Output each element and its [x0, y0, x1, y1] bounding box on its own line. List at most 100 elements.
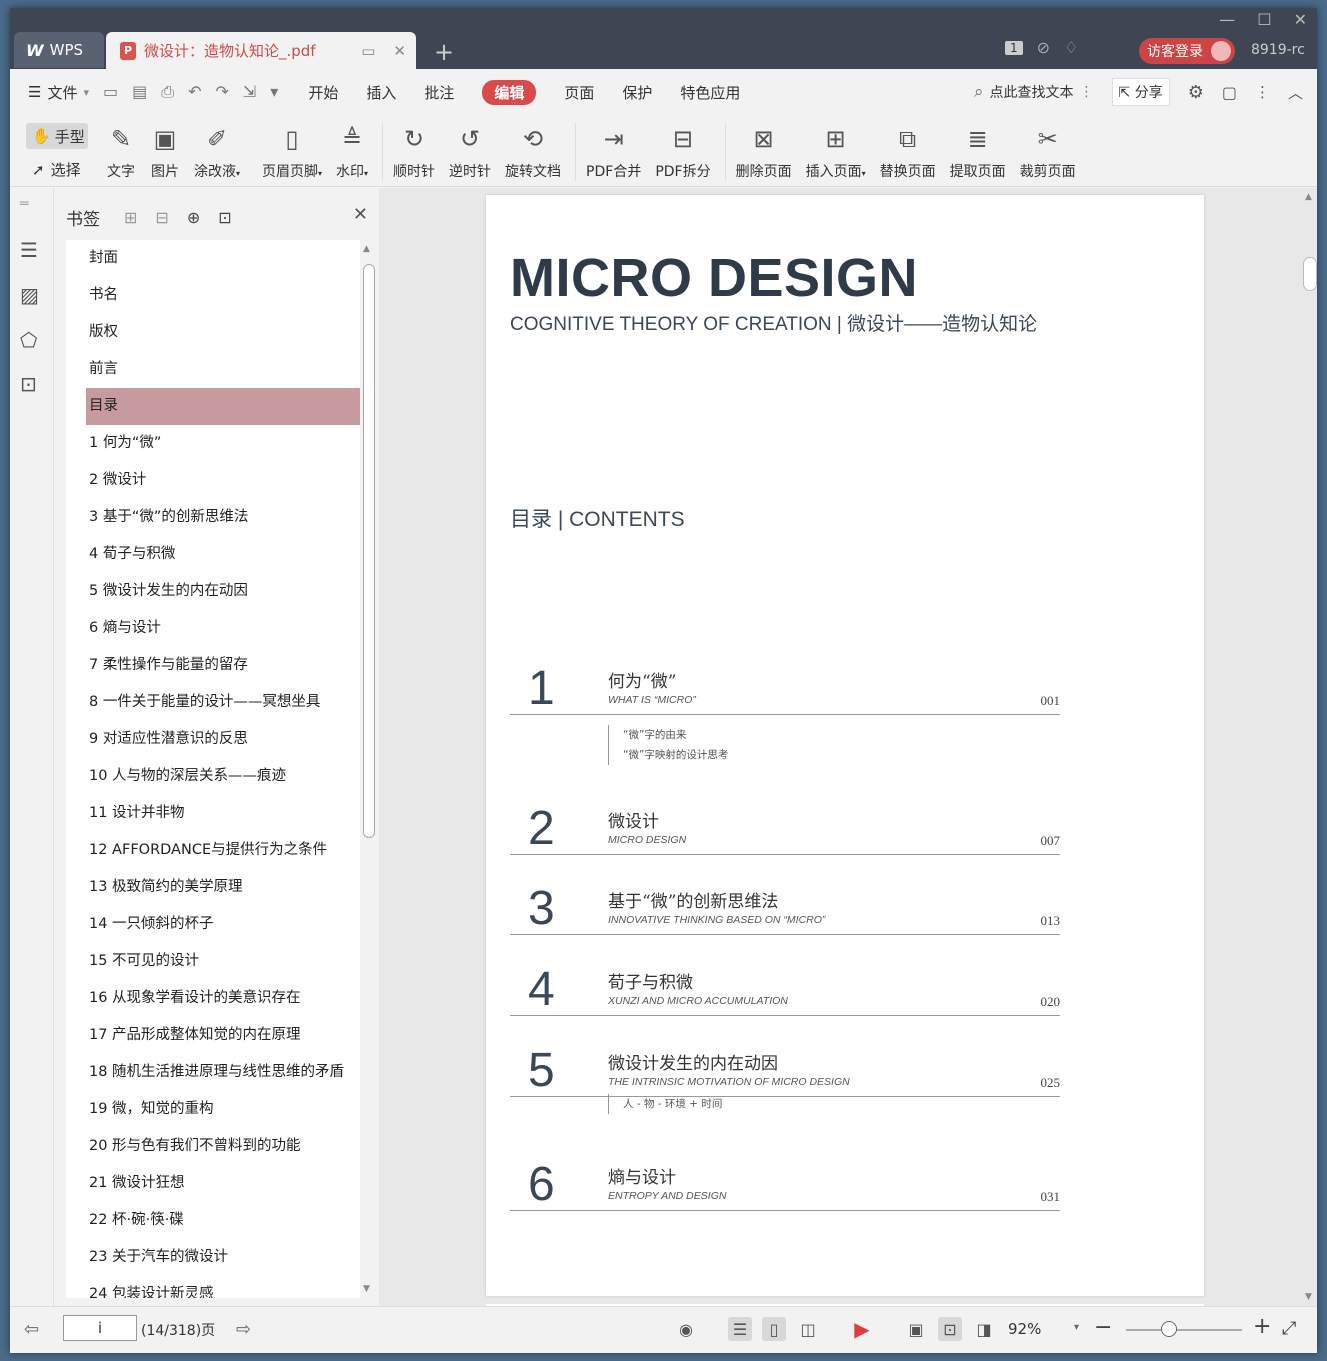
bookmark-item[interactable]: 11 设计并非物 [66, 795, 360, 832]
single-page-icon[interactable]: ▯ [762, 1317, 786, 1341]
tab-insert[interactable]: 插入 [366, 82, 396, 103]
watermark-button[interactable]: ≜ 水印▾ [336, 115, 368, 187]
insert-page-button[interactable]: ⊞ 插入页面▾ [806, 115, 866, 187]
bookmark-item[interactable]: 15 不可见的设计 [66, 943, 360, 980]
bookmark-list-icon[interactable]: ☰ [20, 238, 38, 262]
text-tool-button[interactable]: ✎ 文字 [106, 115, 136, 187]
tab-edit[interactable]: 编辑 [482, 79, 537, 105]
file-menu[interactable]: ☰ 文件 ▾ [28, 82, 89, 103]
bookmark-item[interactable]: 前言 [66, 351, 360, 388]
wps-home-tab[interactable]: W WPS [14, 32, 104, 68]
pin-icon[interactable]: ▭ [361, 42, 375, 60]
more-menu-icon[interactable]: ⋮ [1255, 83, 1270, 101]
rotate-doc-button[interactable]: ⟲ 旋转文档 [505, 115, 561, 187]
fit-width-icon[interactable]: ◨ [972, 1317, 996, 1341]
two-page-icon[interactable]: ◫ [796, 1317, 820, 1341]
previous-page-icon[interactable]: ⇦ [24, 1319, 39, 1340]
bookmark-item[interactable]: 22 杯·碗·筷·碟 [66, 1202, 360, 1239]
eye-protection-icon[interactable]: ◉ [674, 1317, 698, 1341]
bookmark-item[interactable]: 10 人与物的深层关系——痕迹 [66, 758, 360, 795]
close-panel-icon[interactable]: ✕ [353, 204, 368, 225]
correction-tool-button[interactable]: ✐ 涂改液▾ [194, 115, 240, 187]
tab-page[interactable]: 页面 [564, 82, 594, 103]
pdf-merge-button[interactable]: ⇥ PDF合并 [586, 115, 641, 187]
delete-page-button[interactable]: ⊠ 删除页面 [736, 115, 792, 187]
zoom-dropdown-icon[interactable]: ▾ [1074, 1322, 1079, 1333]
play-slideshow-icon[interactable]: ▶ [850, 1317, 874, 1341]
actual-size-icon[interactable]: ▣ [904, 1317, 928, 1341]
close-tab-icon[interactable]: ✕ [393, 42, 406, 60]
visitor-login-button[interactable]: 访客登录 [1139, 38, 1235, 64]
comment-icon[interactable]: ▢ [1222, 83, 1237, 102]
bookmark-item[interactable]: 目录 [86, 388, 360, 425]
print-icon[interactable]: ⎙ [161, 82, 174, 102]
close-window-icon[interactable]: ✕ [1294, 10, 1307, 29]
select-tool-button[interactable]: ➚ 选择 [32, 159, 81, 180]
image-tool-button[interactable]: ▣ 图片 [150, 115, 180, 187]
bookmark-item[interactable]: 版权 [66, 314, 360, 351]
bookmark-item[interactable]: 1 何为“微” [66, 425, 360, 462]
bookmark-item[interactable]: 18 随机生活推进原理与线性思维的矛盾 [66, 1054, 360, 1091]
bookmark-item[interactable]: 3 基于“微”的创新思维法 [66, 499, 360, 536]
page-number-input[interactable]: i [63, 1315, 137, 1341]
bookmark-item[interactable]: 14 一只倾斜的杯子 [66, 906, 360, 943]
bookmark-item[interactable]: 6 熵与设计 [66, 610, 360, 647]
rotate-cw-button[interactable]: ↻ 顺时针 [393, 115, 435, 187]
zoom-slider-track[interactable] [1126, 1329, 1242, 1331]
window-count-badge[interactable]: 1 [1005, 40, 1023, 55]
bookmark-item[interactable]: 书名 [66, 277, 360, 314]
crop-page-button[interactable]: ✂ 裁剪页面 [1020, 115, 1076, 187]
thumbnail-icon[interactable]: ▨ [20, 283, 39, 307]
document-tab[interactable]: P 微设计：造物认知论_.pdf ▭ ✕ [106, 32, 416, 69]
bookmark-item[interactable]: 5 微设计发生的内在动因 [66, 573, 360, 610]
find-more-icon[interactable]: ⋮ [1080, 84, 1094, 100]
attachment-icon[interactable]: ⊡ [20, 372, 37, 396]
tab-special-apps[interactable]: 特色应用 [680, 82, 740, 103]
maximize-icon[interactable]: ☐ [1257, 10, 1271, 29]
share-button[interactable]: ⇱ 分享 [1111, 78, 1170, 106]
pdf-split-button[interactable]: ⊟ PDF拆分 [655, 115, 710, 187]
settings-gear-icon[interactable]: ⚙ [1188, 82, 1204, 103]
scroll-down-icon[interactable]: ▼ [1305, 1292, 1312, 1302]
save-icon[interactable]: ▤ [132, 82, 147, 102]
annotation-icon[interactable]: ⬠ [20, 328, 37, 352]
scroll-up-icon[interactable]: ▲ [363, 244, 370, 254]
sync-icon[interactable]: ⊘ [1037, 38, 1050, 57]
replace-page-button[interactable]: ⧉ 替换页面 [880, 115, 936, 187]
zoom-level[interactable]: 92% [1008, 1320, 1041, 1338]
bookmark-item[interactable]: 20 形与色有我们不曾料到的功能 [66, 1128, 360, 1165]
bookmark-item[interactable]: 2 微设计 [66, 462, 360, 499]
extract-page-button[interactable]: ≣ 提取页面 [950, 115, 1006, 187]
bookmark-item[interactable]: 9 对适应性潜意识的反思 [66, 721, 360, 758]
more-quick-icon[interactable]: ▾ [270, 82, 278, 102]
bookmark-item[interactable]: 7 柔性操作与能量的留存 [66, 647, 360, 684]
bookmark-scroll-thumb[interactable] [363, 264, 375, 838]
bookmark-item[interactable]: 24 包装设计新灵感 [66, 1276, 360, 1298]
next-page-icon[interactable]: ⇨ [236, 1319, 251, 1340]
header-footer-button[interactable]: ▯ 页眉页脚▾ [262, 115, 322, 187]
continuous-view-icon[interactable]: ☰ [728, 1317, 752, 1341]
zoom-in-icon[interactable]: + [1253, 1314, 1271, 1339]
fullscreen-icon[interactable]: ⤢ [1282, 1318, 1296, 1339]
skin-icon[interactable]: ♢ [1064, 38, 1078, 57]
redo-icon[interactable]: ↷ [215, 82, 228, 102]
document-scrollbar[interactable]: ▲ ▼ [1301, 188, 1317, 1306]
bookmark-scrollbar[interactable]: ▲ ▼ [360, 240, 376, 1298]
expand-all-icon[interactable]: ⊞ [124, 208, 137, 227]
bookmark-item[interactable]: 8 一件关于能量的设计——冥想坐具 [66, 684, 360, 721]
bookmark-item[interactable]: 13 极致简约的美学原理 [66, 869, 360, 906]
bookmark-item[interactable]: 23 关于汽车的微设计 [66, 1239, 360, 1276]
add-bookmark-icon[interactable]: ⊕ [187, 208, 200, 227]
hand-tool-button[interactable]: ✋ 手型 [26, 123, 88, 149]
fit-page-icon[interactable]: ⊡ [938, 1317, 962, 1341]
bookmark-item[interactable]: 封面 [66, 240, 360, 277]
tab-start[interactable]: 开始 [308, 82, 338, 103]
zoom-slider-handle[interactable] [1160, 1321, 1177, 1337]
collapse-all-icon[interactable]: ⊟ [155, 208, 168, 227]
collapse-ribbon-icon[interactable]: ︿ [1288, 82, 1303, 103]
bookmark-options-icon[interactable]: ⊡ [218, 208, 231, 227]
document-scroll-thumb[interactable] [1303, 257, 1317, 291]
open-folder-icon[interactable]: ▭ [103, 82, 118, 102]
scroll-down-icon[interactable]: ▼ [363, 1284, 370, 1294]
new-tab-icon[interactable]: + [434, 38, 454, 66]
